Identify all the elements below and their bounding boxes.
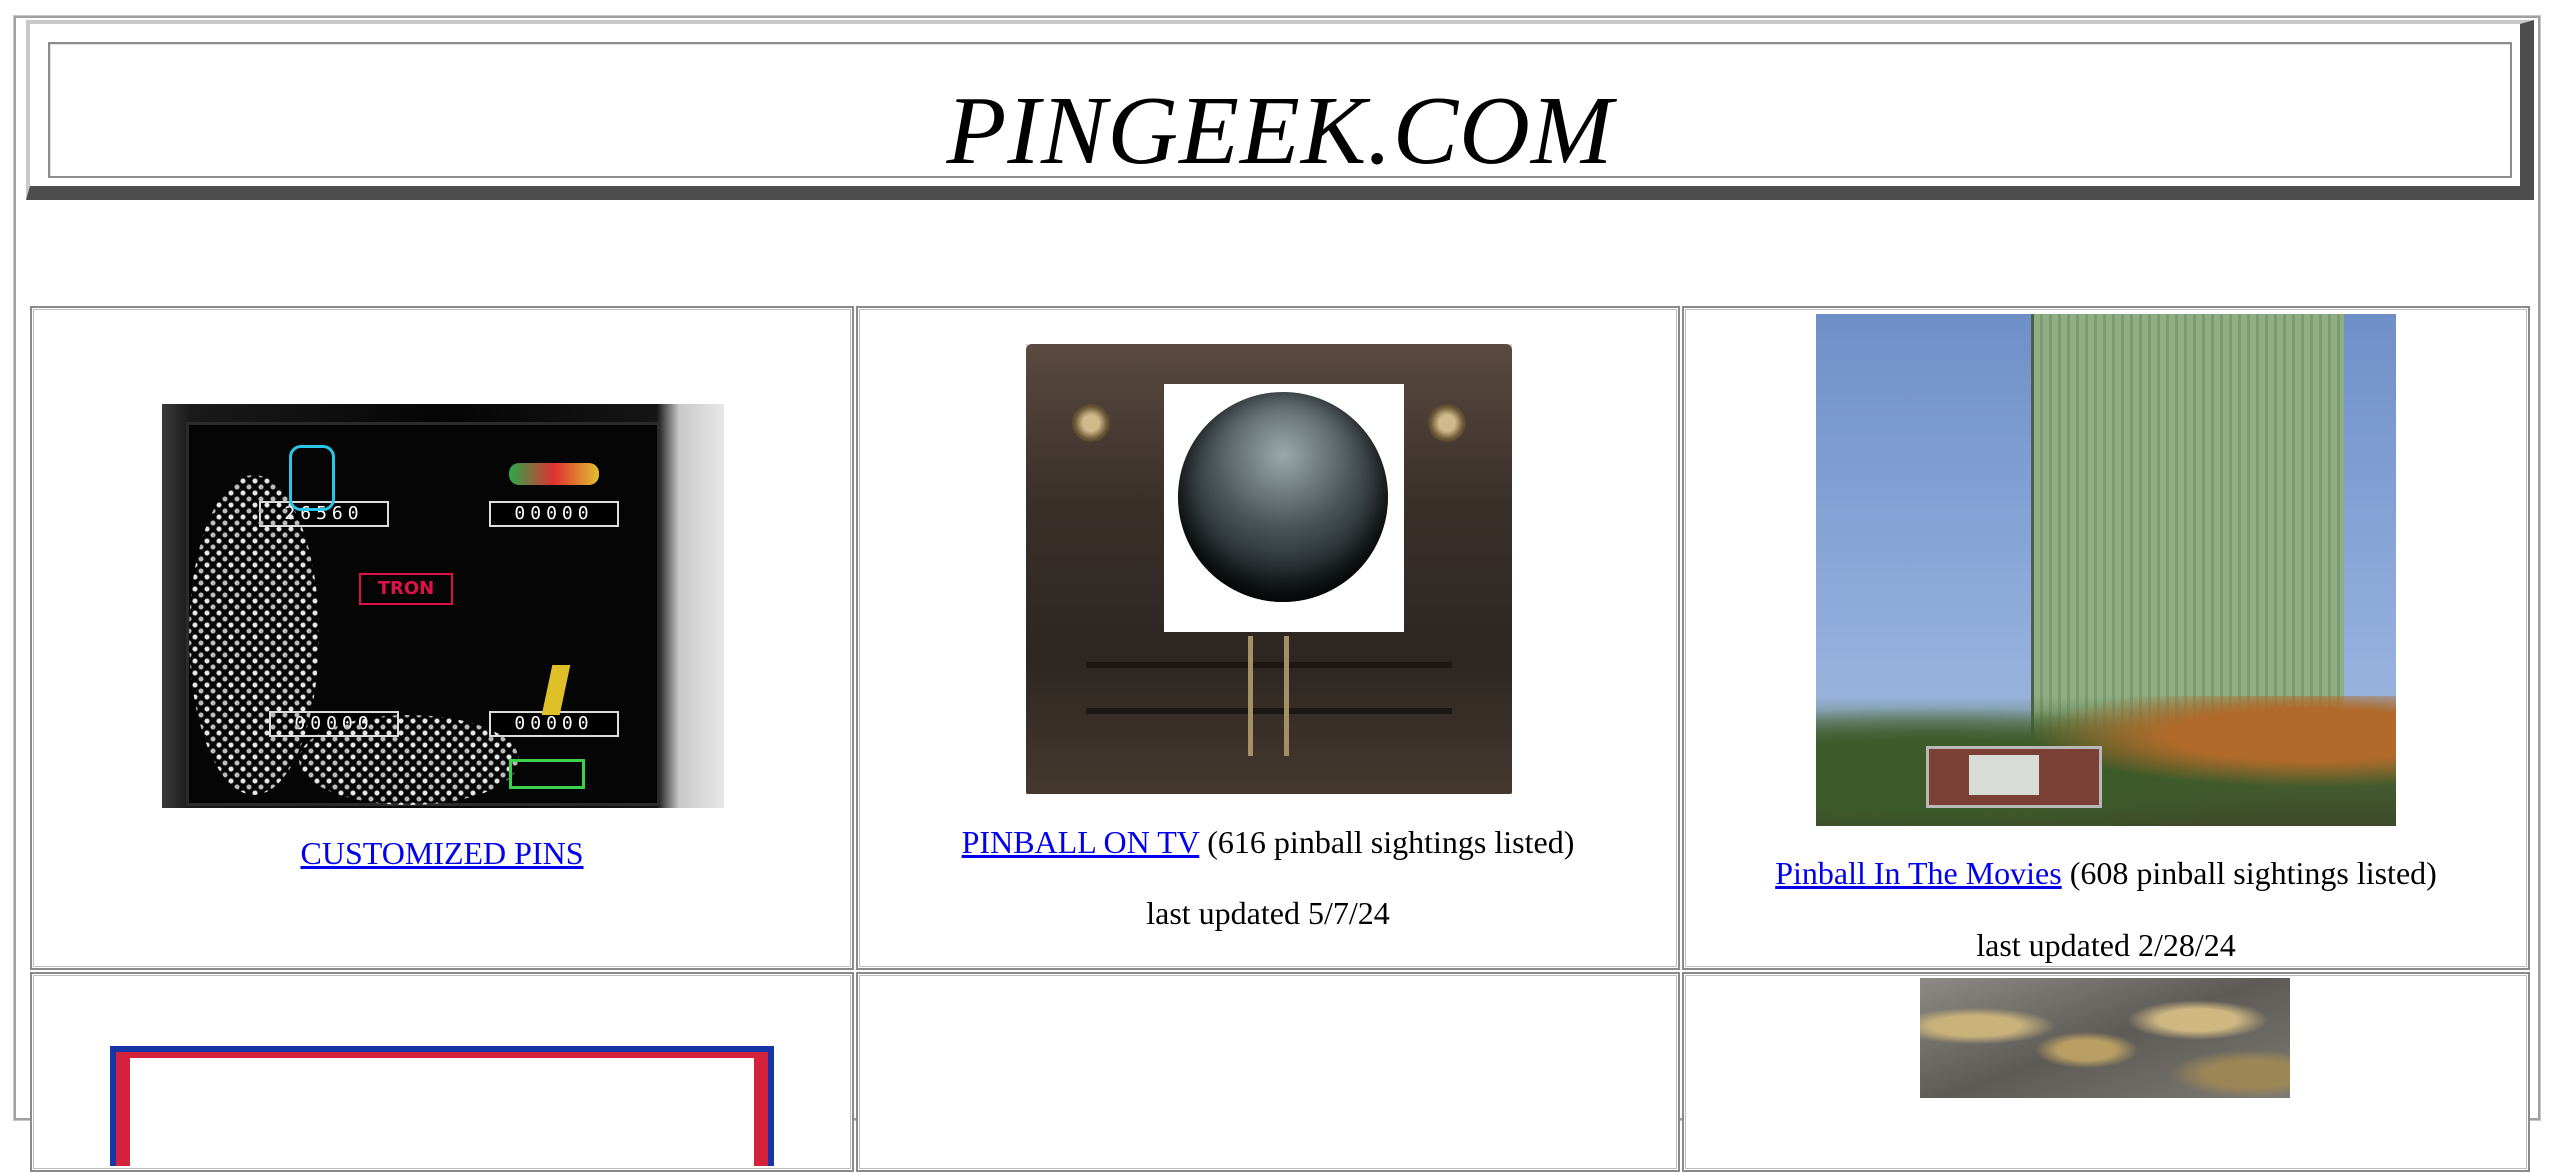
movies-sightings-count: (608 pinball sightings listed) — [2069, 855, 2437, 891]
pinball-on-tv-link[interactable]: PINBALL ON TV — [962, 824, 1200, 860]
tv-screen — [1178, 392, 1388, 602]
pinball-bulbs-image[interactable] — [1920, 978, 2290, 1098]
framed-poster-image[interactable] — [110, 1046, 774, 1166]
tile-row2-middle — [856, 972, 1680, 1172]
player2-score: 00000 — [489, 501, 619, 527]
tron-character-blue — [289, 445, 335, 511]
tile-customized-pins: 26560 00000 00000 00000 TRON CUSTOMIZED … — [30, 306, 854, 970]
rock-field-left — [189, 475, 319, 795]
tron-ships — [509, 463, 599, 485]
tile-row2-right — [1682, 972, 2530, 1172]
pinball-in-the-movies-link[interactable]: Pinball In The Movies — [1775, 855, 2062, 891]
rock-field-bottom — [299, 715, 519, 805]
tv-rail-1 — [1086, 662, 1452, 668]
tv-image[interactable] — [1026, 344, 1512, 794]
drive-in-screen-image[interactable] — [1816, 314, 2396, 826]
site-banner: PINGEEK.COM — [26, 20, 2534, 200]
tron-logo: TRON — [359, 573, 453, 605]
backglass-frame: 26560 00000 00000 00000 TRON — [186, 422, 660, 806]
tile-row2-left — [30, 972, 854, 1172]
customized-pins-link[interactable]: CUSTOMIZED PINS — [301, 835, 584, 871]
tv-left-knob — [1072, 404, 1110, 442]
tree-line — [1816, 696, 2396, 826]
poster-white-panel — [130, 1058, 754, 1166]
site-title: PINGEEK.COM — [946, 77, 1614, 185]
tv-post-2 — [1284, 636, 1289, 756]
drive-in-sign — [1926, 746, 2102, 808]
tv-last-updated: last updated 5/7/24 — [1146, 895, 1390, 931]
tron-backglass-image[interactable]: 26560 00000 00000 00000 TRON — [162, 404, 724, 808]
tv-screen-frame — [1164, 384, 1404, 632]
banner-inner-frame: PINGEEK.COM — [48, 42, 2512, 185]
tile-pinball-in-the-movies: Pinball In The Movies (608 pinball sight… — [1682, 306, 2530, 970]
drive-in-sign-panel — [1969, 755, 2039, 795]
tv-right-knob — [1428, 404, 1466, 442]
yellow-post — [541, 665, 571, 715]
tv-post-1 — [1248, 636, 1253, 756]
green-display — [509, 759, 585, 789]
tile-pinball-on-tv: PINBALL ON TV (616 pinball sightings lis… — [856, 306, 1680, 970]
movies-last-updated: last updated 2/28/24 — [1976, 927, 2236, 963]
tv-sightings-count: (616 pinball sightings listed) — [1207, 824, 1575, 860]
tv-rail-2 — [1086, 708, 1452, 714]
